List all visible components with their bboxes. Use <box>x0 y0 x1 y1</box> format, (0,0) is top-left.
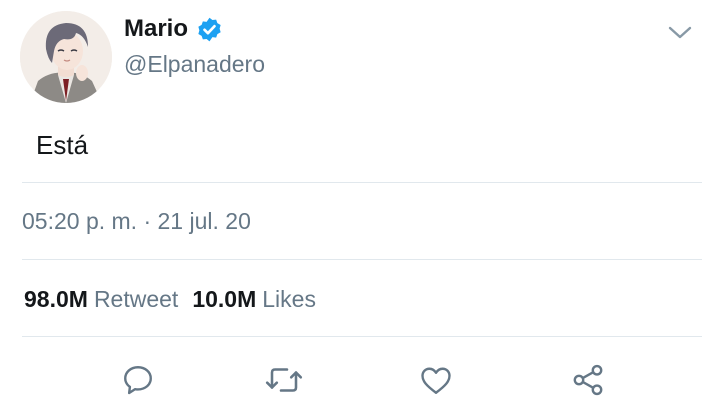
chevron-down-icon <box>668 26 692 39</box>
more-options-button[interactable] <box>665 22 695 44</box>
tweet-text: Está <box>36 130 89 160</box>
display-name-row: Mario <box>124 15 223 43</box>
tweet-detail: Mario @Elpanadero Está 05:20 p. m. · 21 … <box>0 0 720 419</box>
retweet-button[interactable] <box>262 358 306 402</box>
share-button[interactable] <box>566 358 610 402</box>
retweets-count[interactable]: 98.0M <box>24 284 88 314</box>
heart-icon <box>421 367 451 394</box>
divider <box>22 182 702 183</box>
avatar-illustration <box>20 11 112 103</box>
divider <box>22 259 702 260</box>
likes-count[interactable]: 10.0M <box>192 284 256 314</box>
tweet-timestamp: 05:20 p. m. · 21 jul. 20 <box>22 208 251 234</box>
display-name[interactable]: Mario <box>124 15 188 43</box>
share-icon <box>573 364 603 396</box>
user-handle[interactable]: @Elpanadero <box>124 50 265 78</box>
tweet-stats: 98.0M Retweet 10.0M Likes <box>24 284 330 314</box>
divider <box>22 336 702 337</box>
retweets-label[interactable]: Retweet <box>94 284 178 314</box>
reply-button[interactable] <box>116 358 160 402</box>
retweet-icon <box>265 368 303 392</box>
reply-icon <box>124 366 152 395</box>
likes-label[interactable]: Likes <box>262 284 316 314</box>
verified-badge-icon <box>198 17 221 41</box>
avatar[interactable] <box>20 11 112 103</box>
like-button[interactable] <box>414 358 458 402</box>
